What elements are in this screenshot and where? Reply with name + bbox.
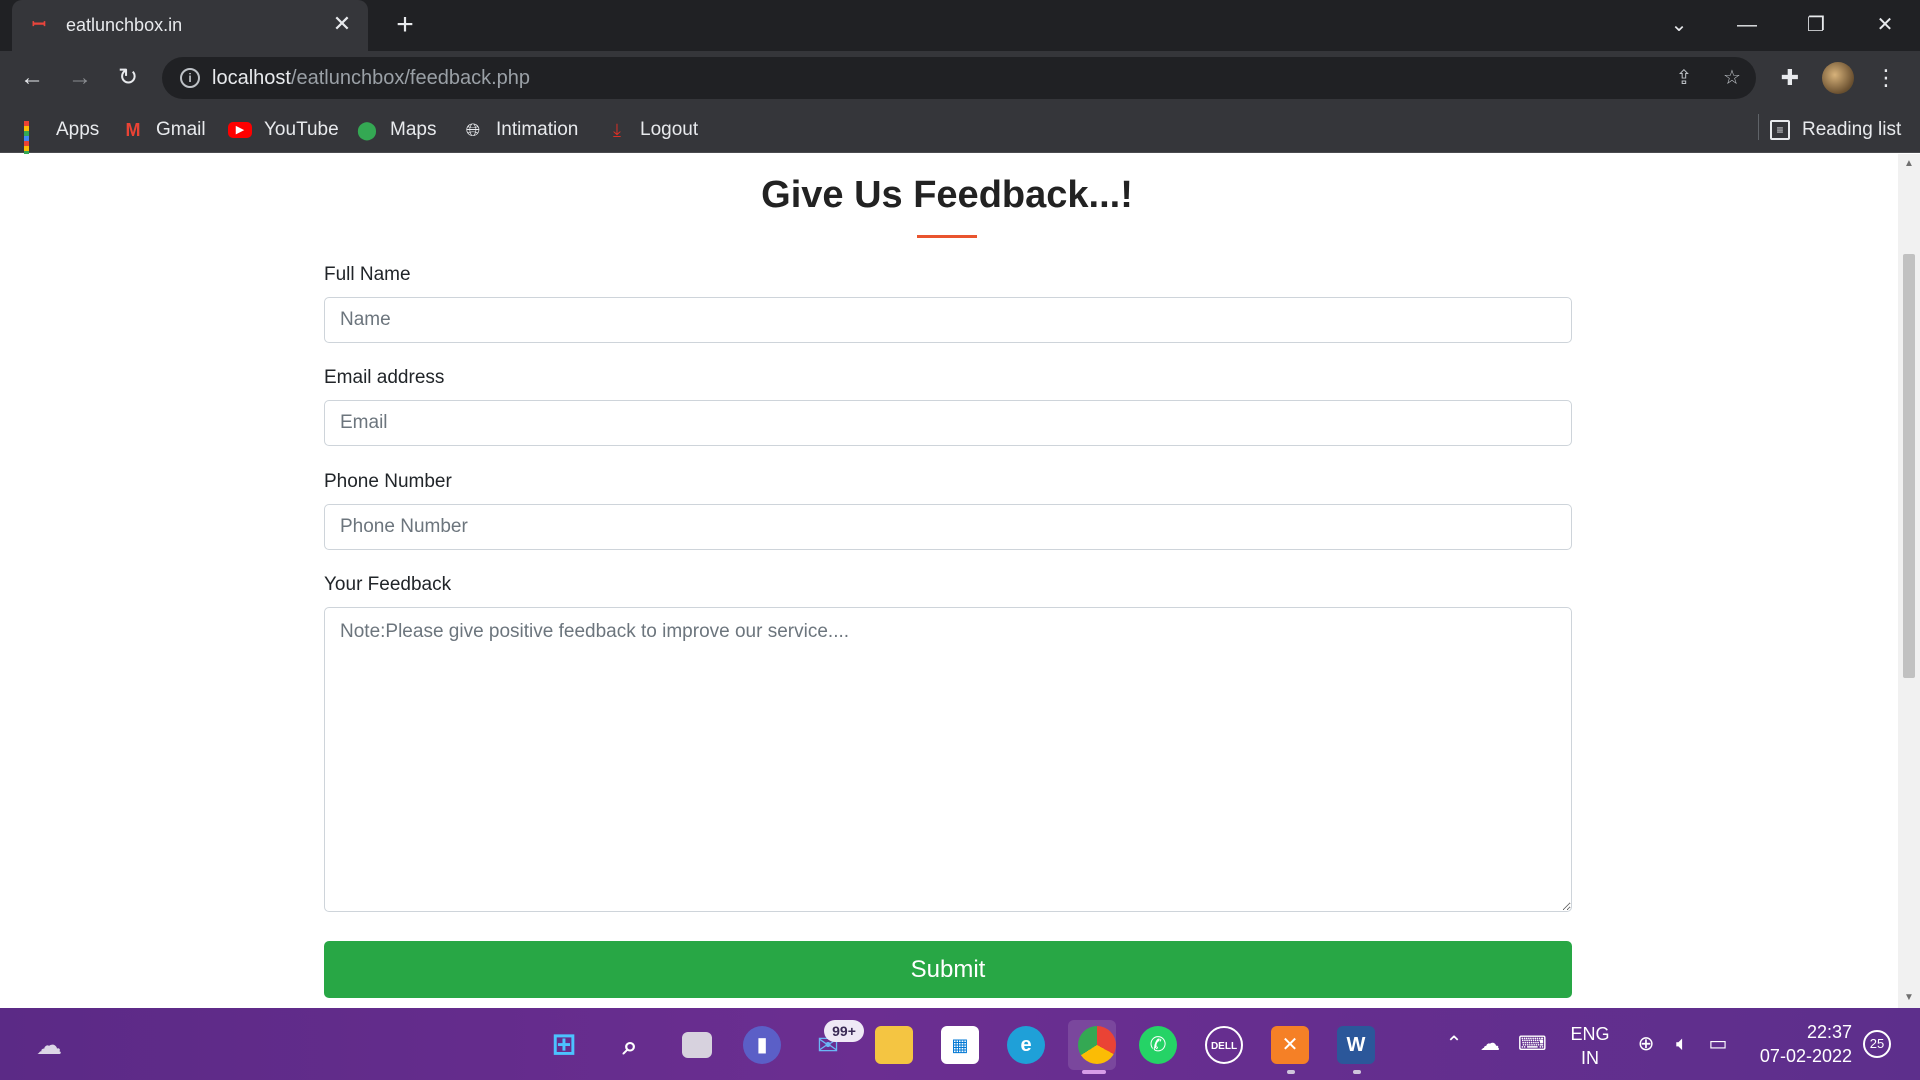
email-input[interactable]	[324, 400, 1572, 446]
xampp-running-indicator	[1287, 1070, 1295, 1074]
browser-toolbar: ← → ↻ i localhost/eatlunchbox/feedback.p…	[0, 51, 1920, 105]
phone-label: Phone Number	[324, 471, 452, 492]
task-view-icon[interactable]	[682, 1032, 712, 1058]
close-window-button[interactable]: ✕	[1865, 8, 1905, 42]
email-label: Email address	[324, 367, 445, 388]
bookmarks-bar: Apps M Gmail ▶ YouTube ⬤ Maps 🌐︎ Intimat…	[0, 105, 1920, 166]
maps-icon: ⬤	[356, 120, 378, 140]
full-name-input[interactable]	[324, 297, 1572, 343]
show-hidden-icons-chevron-icon[interactable]: ⌃	[1440, 1030, 1468, 1058]
reading-list-icon: ≡	[1770, 120, 1790, 140]
tab-title: eatlunchbox.in	[66, 15, 183, 35]
language-indicator-line1[interactable]: ENG	[1560, 1024, 1620, 1045]
youtube-icon: ▶	[228, 122, 252, 138]
scroll-down-arrow-icon[interactable]: ▼	[1904, 992, 1914, 1003]
page-title: Give Us Feedback...!	[761, 174, 1133, 216]
edge-icon[interactable]: e	[1007, 1026, 1045, 1064]
tab-strip: ꟷ eatlunchbox.in ✕ + ⌄ — ❐ ✕	[0, 0, 1920, 51]
volume-icon[interactable]: 🔈︎	[1668, 1030, 1696, 1058]
minimize-button[interactable]: —	[1727, 8, 1767, 42]
language-indicator-line2[interactable]: IN	[1560, 1048, 1620, 1069]
clock-date[interactable]: 07-02-2022	[1748, 1046, 1852, 1067]
bookmark-intimation[interactable]: 🌐︎ Intimation	[462, 117, 579, 143]
microsoft-store-icon[interactable]: ▦	[941, 1026, 979, 1064]
teams-chat-icon[interactable]: ▮	[743, 1026, 781, 1064]
reading-list-button[interactable]: ≡ Reading list	[1770, 117, 1901, 143]
gmail-icon: M	[125, 120, 141, 140]
dell-icon[interactable]: DELL	[1205, 1026, 1243, 1064]
more-menu-icon[interactable]: ⋮	[1872, 64, 1900, 92]
chrome-icon[interactable]	[1078, 1026, 1116, 1064]
scroll-thumb[interactable]	[1903, 254, 1915, 678]
feedback-textarea[interactable]	[324, 607, 1572, 912]
extensions-puzzle-icon[interactable]: ✚	[1776, 64, 1804, 92]
page-viewport: Give Us Feedback...! Full Name Email add…	[0, 154, 1898, 1008]
browser-tab[interactable]: ꟷ eatlunchbox.in ✕	[12, 0, 368, 51]
keyboard-icon[interactable]: ⌨	[1518, 1030, 1547, 1058]
word-icon[interactable]: W	[1337, 1026, 1375, 1064]
clock-time[interactable]: 22:37	[1748, 1022, 1852, 1043]
bookmark-logout[interactable]: ⤓ Logout	[606, 117, 698, 143]
bookmark-youtube[interactable]: ▶ YouTube	[228, 117, 339, 143]
network-globe-icon[interactable]: ⊕	[1632, 1030, 1660, 1058]
start-windows-icon[interactable]: ⊞	[545, 1026, 583, 1064]
profile-avatar[interactable]	[1822, 62, 1854, 94]
battery-icon[interactable]: ▭	[1704, 1030, 1732, 1058]
phone-input[interactable]	[324, 504, 1572, 550]
apps-grid-icon	[22, 119, 44, 166]
bookmark-apps[interactable]: Apps	[22, 117, 99, 166]
feedback-label: Your Feedback	[324, 574, 452, 595]
url-text: localhost/eatlunchbox/feedback.php	[212, 67, 531, 89]
onedrive-cloud-icon[interactable]: ☁	[1476, 1030, 1504, 1058]
whatsapp-icon[interactable]: ✆	[1139, 1026, 1177, 1064]
submit-button[interactable]: Submit	[324, 941, 1572, 998]
xampp-icon[interactable]: ✕	[1271, 1026, 1309, 1064]
address-bar[interactable]: i localhost/eatlunchbox/feedback.php ⇪ ☆	[162, 57, 1756, 99]
search-icon[interactable]: ⌕	[611, 1026, 649, 1064]
scroll-up-arrow-icon[interactable]: ▲	[1904, 158, 1914, 169]
back-icon[interactable]: ←	[16, 62, 48, 94]
weather-cloud-icon[interactable]: ☁	[30, 1026, 68, 1064]
bookmarks-divider	[1758, 114, 1759, 140]
restore-button[interactable]: ❐	[1796, 8, 1836, 42]
fork-spoon-icon: ꟷ	[32, 15, 46, 34]
close-tab-icon[interactable]: ✕	[330, 12, 354, 36]
bookmark-maps[interactable]: ⬤ Maps	[356, 117, 437, 143]
bookmark-gmail[interactable]: M Gmail	[122, 117, 206, 143]
reload-icon[interactable]: ↻	[112, 62, 144, 94]
word-running-indicator	[1353, 1070, 1361, 1074]
tab-search-chevron-icon[interactable]: ⌄	[1659, 8, 1699, 42]
globe-icon: 🌐︎	[465, 120, 481, 140]
site-info-icon[interactable]: i	[180, 68, 200, 88]
file-explorer-icon[interactable]	[875, 1026, 913, 1064]
forward-icon[interactable]: →	[64, 62, 96, 94]
full-name-label: Full Name	[324, 264, 411, 285]
new-tab-button[interactable]: +	[390, 10, 420, 40]
title-underline	[917, 235, 977, 238]
mail-unread-badge: 99+	[824, 1020, 864, 1042]
windows-taskbar: ☁ ⊞ ⌕ ▮ ✉ 99+ ▦ e ✆ DELL ✕ W ⌃ ☁ ⌨ ENG I…	[0, 1008, 1920, 1080]
notification-count-badge[interactable]: 25	[1863, 1030, 1891, 1058]
logout-icon: ⤓	[613, 120, 621, 140]
page-scrollbar[interactable]: ▲ ▼	[1898, 154, 1920, 1008]
share-icon[interactable]: ⇪	[1672, 66, 1696, 90]
bookmark-star-icon[interactable]: ☆	[1720, 66, 1744, 90]
chrome-active-indicator	[1082, 1070, 1106, 1074]
